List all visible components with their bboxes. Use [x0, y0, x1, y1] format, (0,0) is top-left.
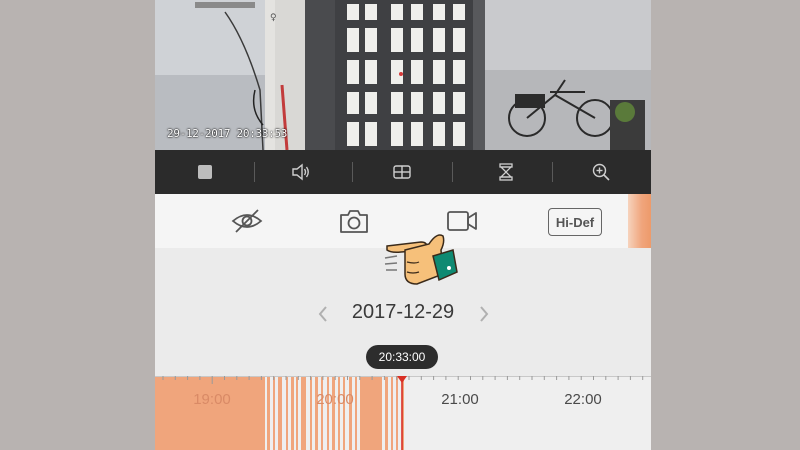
volume-icon: [292, 163, 309, 181]
screenshot-frame: ♀ 29-12-2017 20:33:53 Hi-Def 2017-12-29 …: [0, 0, 800, 450]
recording-segment: [301, 376, 306, 450]
current-time-tooltip: 20:33:00: [366, 345, 438, 369]
layout-button[interactable]: [388, 158, 416, 186]
recording-segment: [321, 376, 323, 450]
recording-segment: [385, 376, 388, 450]
stop-button[interactable]: [191, 158, 219, 186]
recording-segment: [273, 376, 275, 450]
recording-segment: [267, 376, 270, 450]
date-navigator: 2017-12-29: [155, 296, 651, 332]
previous-day-button[interactable]: [312, 303, 334, 325]
hi-def-quality-button[interactable]: Hi-Def: [548, 208, 602, 236]
side-panel-edge[interactable]: [628, 194, 651, 248]
timeline-tick-label: 21:00: [441, 391, 479, 408]
stop-icon: [198, 165, 212, 179]
flip-button[interactable]: [492, 158, 520, 186]
recording-segment: [343, 376, 345, 450]
chevron-left-icon: [318, 306, 327, 322]
playback-cursor-marker: [397, 376, 407, 383]
zoom-in-icon: [592, 163, 610, 181]
controls-divider: [452, 162, 453, 182]
recording-segment: [332, 376, 335, 450]
timeline-tick-label: 19:00: [193, 391, 231, 408]
controls-divider: [254, 162, 255, 182]
recording-segment: [349, 376, 352, 450]
recording-segment: [338, 376, 340, 450]
timeline-track: [155, 376, 651, 450]
recording-segment: [396, 376, 398, 450]
timeline-tick-label: 20:00: [316, 391, 354, 408]
recording-segment: [360, 376, 382, 450]
player-controls-bar: [155, 150, 651, 194]
recording-segment: [315, 376, 318, 450]
recording-segment: [355, 376, 357, 450]
recording-segment: [327, 376, 329, 450]
video-timestamp-overlay: 29-12-2017 20:33:53: [167, 127, 288, 140]
controls-divider: [552, 162, 553, 182]
recording-segment: [278, 376, 282, 450]
privacy-toggle-button[interactable]: [230, 207, 264, 235]
recording-segment: [296, 376, 298, 450]
playback-timeline[interactable]: 19:00 20:00 21:00 22:00: [155, 376, 651, 450]
recording-segment: [291, 376, 294, 450]
selected-date[interactable]: 2017-12-29: [340, 301, 466, 324]
app-screen: ♀ 29-12-2017 20:33:53 Hi-Def 2017-12-29 …: [155, 0, 651, 450]
recording-segment: [310, 376, 312, 450]
svg-text:♀: ♀: [270, 13, 277, 23]
recording-segment: [155, 376, 265, 450]
snapshot-button[interactable]: [337, 207, 371, 235]
layout-grid-icon: [393, 165, 411, 179]
recording-segment: [391, 376, 393, 450]
volume-button[interactable]: [287, 158, 315, 186]
hide-eye-icon: [231, 209, 263, 233]
timeline-tick-label: 22:00: [564, 391, 602, 408]
recording-segment: [286, 376, 288, 450]
camera-video-feed[interactable]: ♀ 29-12-2017 20:33:53: [155, 0, 651, 150]
pointing-hand-icon: [384, 234, 458, 285]
chevron-right-icon: [480, 306, 489, 322]
controls-divider: [352, 162, 353, 182]
flip-icon: [499, 163, 513, 181]
zoom-in-button[interactable]: [587, 158, 615, 186]
next-day-button[interactable]: [473, 303, 495, 325]
snapshot-camera-icon: [340, 210, 368, 233]
